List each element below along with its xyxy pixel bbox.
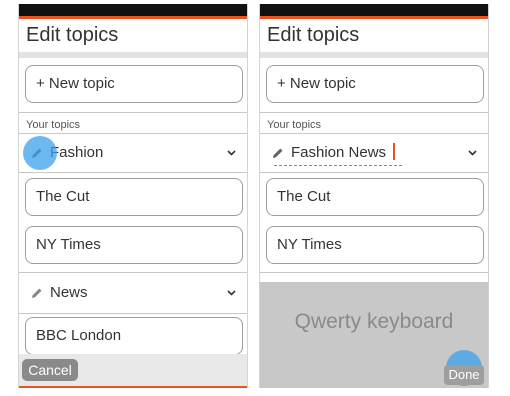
keyboard-placeholder[interactable]: Qwerty keyboard Done bbox=[260, 282, 488, 388]
chevron-down-icon[interactable] bbox=[226, 287, 237, 298]
chevron-down-icon[interactable] bbox=[226, 147, 237, 158]
pencil-icon bbox=[273, 148, 283, 158]
divider bbox=[260, 112, 488, 113]
chevron-down-icon[interactable] bbox=[467, 147, 478, 158]
divider bbox=[19, 313, 247, 314]
text-cursor bbox=[393, 143, 395, 160]
divider bbox=[19, 272, 247, 273]
feed-item[interactable]: BBC London bbox=[25, 317, 243, 355]
new-topic-button[interactable]: + New topic bbox=[25, 65, 243, 103]
pencil-icon[interactable] bbox=[31, 287, 43, 299]
page-title: Edit topics bbox=[267, 24, 360, 46]
page-title: Edit topics bbox=[26, 24, 119, 46]
divider bbox=[260, 133, 488, 134]
header-divider bbox=[19, 52, 247, 58]
divider bbox=[19, 133, 247, 134]
topic-row-news[interactable]: News bbox=[19, 275, 247, 311]
topic-name-label: News bbox=[50, 284, 88, 301]
edit-underline bbox=[274, 165, 402, 166]
done-button[interactable]: Done bbox=[444, 365, 484, 385]
feed-item[interactable]: NY Times bbox=[266, 226, 484, 264]
status-bar bbox=[19, 4, 247, 16]
divider bbox=[260, 272, 488, 273]
topic-name-label: Fashion bbox=[50, 144, 104, 161]
header-divider bbox=[260, 52, 488, 58]
touch-indicator bbox=[23, 136, 57, 170]
feed-item[interactable]: NY Times bbox=[25, 226, 243, 264]
divider bbox=[260, 172, 488, 173]
status-accent-line bbox=[260, 16, 488, 19]
feed-item[interactable]: The Cut bbox=[25, 178, 243, 216]
section-label: Your topics bbox=[26, 119, 81, 131]
status-accent-line bbox=[19, 16, 247, 19]
screen-edit-topics: Edit topics + New topic Your topics Fash… bbox=[18, 4, 248, 388]
divider bbox=[19, 112, 247, 113]
feed-item[interactable]: The Cut bbox=[266, 178, 484, 216]
bottom-accent-line bbox=[19, 386, 247, 388]
section-label: Your topics bbox=[267, 119, 322, 131]
new-topic-button[interactable]: + New topic bbox=[266, 65, 484, 103]
keyboard-label: Qwerty keyboard bbox=[294, 310, 454, 333]
bottom-toolbar: Cancel bbox=[19, 354, 247, 388]
cancel-button[interactable]: Cancel bbox=[22, 359, 78, 381]
status-bar bbox=[260, 4, 488, 16]
topic-name-input[interactable]: Fashion News bbox=[260, 135, 488, 171]
screen-edit-topics-editing: Edit topics + New topic Your topics Fash… bbox=[259, 4, 489, 388]
divider bbox=[19, 172, 247, 173]
topic-name-value: Fashion News bbox=[291, 144, 387, 161]
